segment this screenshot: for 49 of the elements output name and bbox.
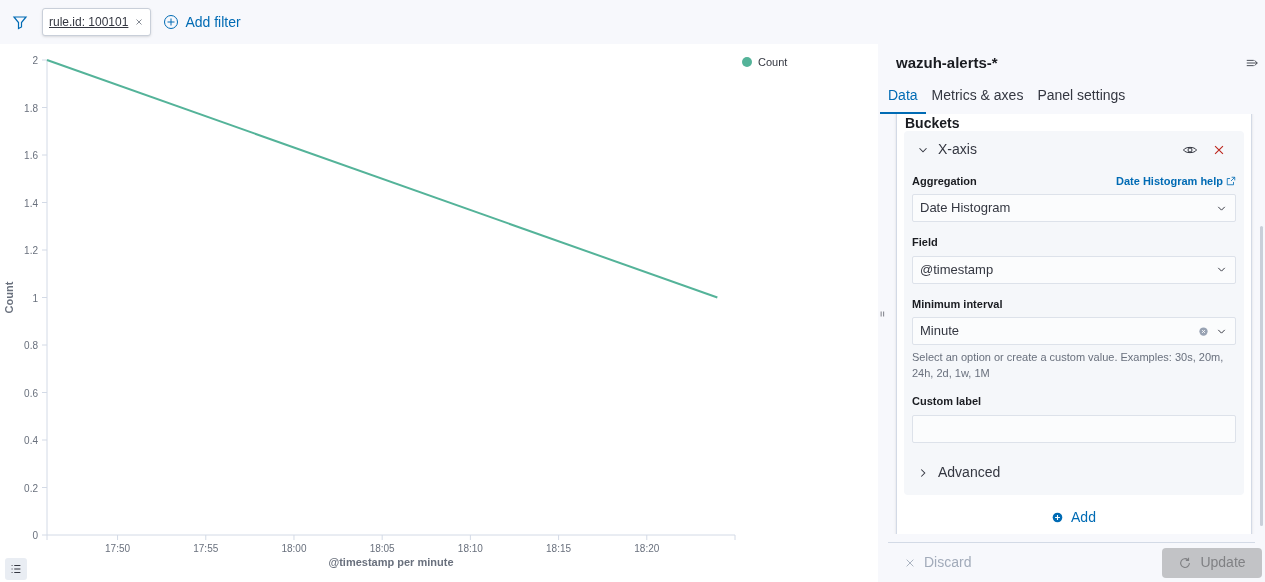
y-tick-label: 2 (32, 55, 38, 66)
y-tick-label: 1.8 (24, 102, 38, 114)
field-label: Custom label (912, 394, 982, 409)
field-label: Field (912, 235, 938, 250)
y-axis-title: Count (3, 281, 15, 314)
y-tick-label: 1.6 (24, 150, 38, 161)
refresh-icon (1178, 555, 1193, 570)
x-tick-label: 18:20 (634, 543, 660, 554)
x-axis-title: @timestamp per minute (328, 556, 454, 568)
add-button[interactable]: Add (1052, 506, 1096, 528)
filter-pill[interactable]: rule.id: 100101 (42, 8, 152, 36)
plus-icon (1052, 511, 1064, 523)
y-tick-label: 0 (32, 530, 38, 541)
y-tick-label: 0.4 (24, 435, 38, 446)
legend-label: Count (758, 56, 788, 68)
filter-icon (12, 14, 28, 30)
filter-label[interactable]: rule.id: 100101 (49, 13, 129, 31)
help-link[interactable]: Date Histogram help (1116, 172, 1236, 189)
x-tick-label: 18:10 (457, 543, 483, 554)
external-link-icon (1226, 175, 1236, 186)
field-label: Minimum interval (912, 296, 1003, 312)
x-tick-label: 18:15 (546, 543, 572, 554)
tab[interactable]: Panel settings (1029, 84, 1134, 114)
y-tick-label: 1 (32, 292, 38, 304)
y-tick-label: 1.4 (24, 197, 38, 209)
y-tick-label: 0.8 (24, 340, 38, 351)
y-tick-label: 0.6 (24, 387, 38, 399)
close-icon (134, 17, 145, 27)
plus-icon (163, 14, 180, 30)
select-field[interactable]: Minute (912, 317, 1236, 345)
x-tick-label: 18:00 (281, 543, 307, 554)
field-label: Aggregation (912, 173, 977, 189)
x-tick-label: 17:50 (105, 543, 131, 554)
tab[interactable]: Metrics & axes (923, 84, 1032, 114)
index-pattern-title: wazuh-alerts-* (896, 53, 998, 73)
section-title: Buckets (904, 113, 961, 131)
help-text: Select an option or create a custom value. Examples: 30s, 20m, 24h, 2d, 1w, 1M (912, 350, 1225, 381)
y-tick-label: 0.2 (24, 482, 38, 494)
select-field[interactable]: @timestamp (912, 255, 1236, 284)
add-filter-button[interactable]: Add filter (163, 11, 241, 33)
advanced-toggle[interactable]: Advanced (912, 454, 1005, 491)
select-field[interactable]: Date Histogram (912, 194, 1236, 222)
y-tick-label: 1.2 (24, 245, 38, 256)
bucket-toggle[interactable]: X-axis (916, 139, 977, 160)
x-tick-label: 18:05 (369, 543, 395, 554)
legend-toggle-button[interactable] (5, 558, 27, 580)
input-field[interactable] (912, 414, 1236, 443)
list-icon (9, 562, 23, 576)
x-tick-label: 17:55 (193, 543, 219, 554)
